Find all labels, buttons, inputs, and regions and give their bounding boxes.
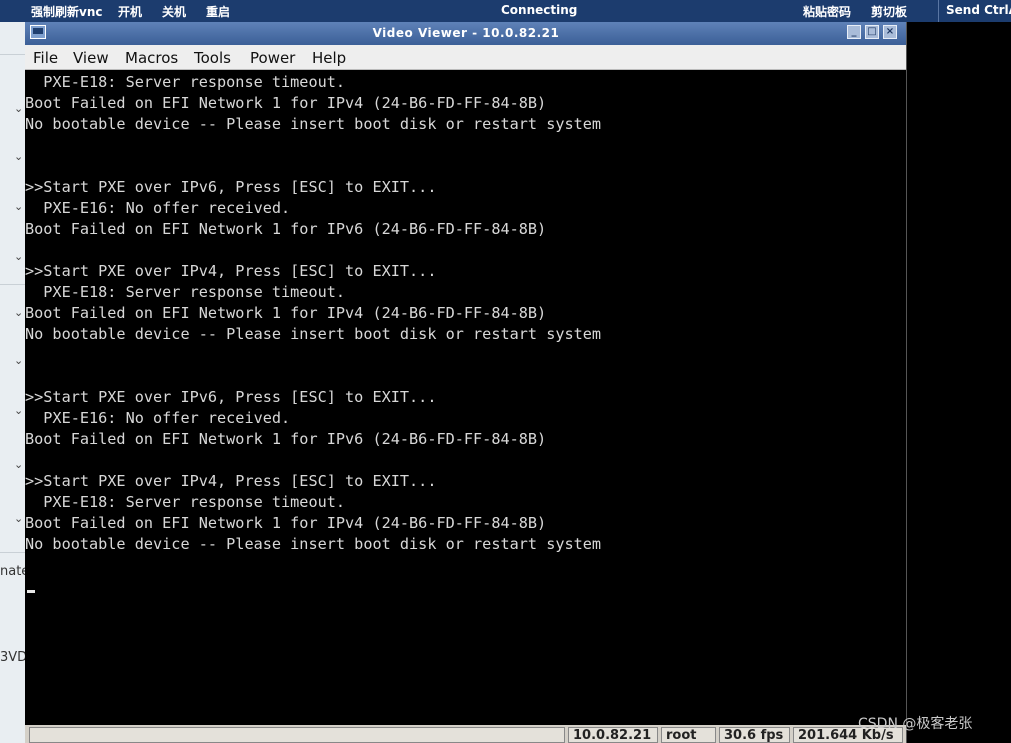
menu-bar: File View Macros Tools Power Help (25, 45, 907, 70)
chevron-down-icon: ⌄ (14, 150, 24, 163)
menu-file[interactable]: File (33, 49, 58, 67)
divider (0, 284, 25, 285)
chevron-down-icon: ⌄ (14, 200, 24, 213)
menu-macros[interactable]: Macros (125, 49, 178, 67)
maximize-button[interactable]: □ (865, 25, 879, 39)
console-line: Boot Failed on EFI Network 1 for IPv4 (2… (25, 94, 547, 112)
menu-tools[interactable]: Tools (194, 49, 231, 67)
status-bar: 10.0.82.21 root 30.6 fps 201.644 Kb/s (25, 725, 907, 743)
console-line: Boot Failed on EFI Network 1 for IPv6 (2… (25, 220, 547, 238)
status-fps: 30.6 fps (719, 727, 790, 743)
menu-view[interactable]: View (73, 49, 109, 67)
window-title: Video Viewer - 10.0.82.21 (372, 26, 560, 40)
power-off-button[interactable]: 关机 (162, 3, 186, 20)
console-line: PXE-E18: Server response timeout. (25, 73, 346, 91)
restart-button[interactable]: 重启 (206, 3, 230, 20)
divider (0, 54, 25, 55)
chevron-down-icon: ⌄ (14, 404, 24, 417)
status-ip: 10.0.82.21 (568, 727, 658, 743)
menu-help[interactable]: Help (312, 49, 346, 67)
vnc-toolbar: 强制刷新vnc 开机 关机 重启 Connecting 粘贴密码 剪切板 Sen… (0, 0, 1011, 22)
status-user: root (661, 727, 716, 743)
console-line: No bootable device -- Please insert boot… (25, 115, 602, 133)
close-button[interactable]: × (883, 25, 897, 39)
window-titlebar[interactable]: Video Viewer - 10.0.82.21 _ □ × (25, 22, 907, 45)
console-line: >>Start PXE over IPv6, Press [ESC] to EX… (25, 388, 437, 406)
force-refresh-vnc-button[interactable]: 强制刷新vnc (31, 3, 102, 20)
background-text-fragment: 3VD (0, 650, 25, 665)
console-line: Boot Failed on EFI Network 1 for IPv4 (2… (25, 514, 547, 532)
video-viewer-window: Video Viewer - 10.0.82.21 _ □ × File Vie… (25, 22, 907, 743)
minimize-button[interactable]: _ (847, 25, 861, 39)
console-line: No bootable device -- Please insert boot… (25, 535, 602, 553)
power-on-button[interactable]: 开机 (118, 3, 142, 20)
console-line: PXE-E18: Server response timeout. (25, 283, 346, 301)
console-line: Boot Failed on EFI Network 1 for IPv4 (2… (25, 304, 547, 322)
console-line: >>Start PXE over IPv4, Press [ESC] to EX… (25, 472, 437, 490)
text-cursor (27, 590, 35, 593)
remote-console-screen[interactable]: PXE-E18: Server response timeout. Boot Fa… (25, 70, 907, 725)
console-line: >>Start PXE over IPv6, Press [ESC] to EX… (25, 178, 437, 196)
chevron-down-icon: ⌄ (14, 250, 24, 263)
toolbar-divider (938, 0, 939, 22)
send-ctrl-alt-del-button[interactable]: Send CtrlA (946, 3, 1011, 17)
watermark: CSDN @极客老张 (858, 716, 973, 732)
chevron-down-icon: ⌄ (14, 306, 24, 319)
console-line: PXE-E16: No offer received. (25, 409, 291, 427)
clipboard-button[interactable]: 剪切板 (871, 3, 907, 20)
chevron-down-icon: ⌄ (14, 512, 24, 525)
divider (0, 552, 25, 553)
chevron-down-icon: ⌄ (14, 354, 24, 367)
background-text-fragment: nate (0, 564, 25, 579)
menu-power[interactable]: Power (250, 49, 295, 67)
right-background (907, 22, 1011, 743)
console-line: PXE-E18: Server response timeout. (25, 493, 346, 511)
console-line: PXE-E16: No offer received. (25, 199, 291, 217)
background-page-strip: ⌄ ⌄ ⌄ ⌄ ⌄ ⌄ ⌄ ⌄ ⌄ nate 3VD (0, 22, 25, 743)
paste-password-button[interactable]: 粘贴密码 (803, 3, 851, 20)
chevron-down-icon: ⌄ (14, 458, 24, 471)
status-empty-cell (29, 727, 565, 743)
console-line: >>Start PXE over IPv4, Press [ESC] to EX… (25, 262, 437, 280)
chevron-down-icon: ⌄ (14, 102, 24, 115)
console-line: Boot Failed on EFI Network 1 for IPv6 (2… (25, 430, 547, 448)
connection-status: Connecting (501, 3, 578, 17)
console-line: No bootable device -- Please insert boot… (25, 325, 602, 343)
